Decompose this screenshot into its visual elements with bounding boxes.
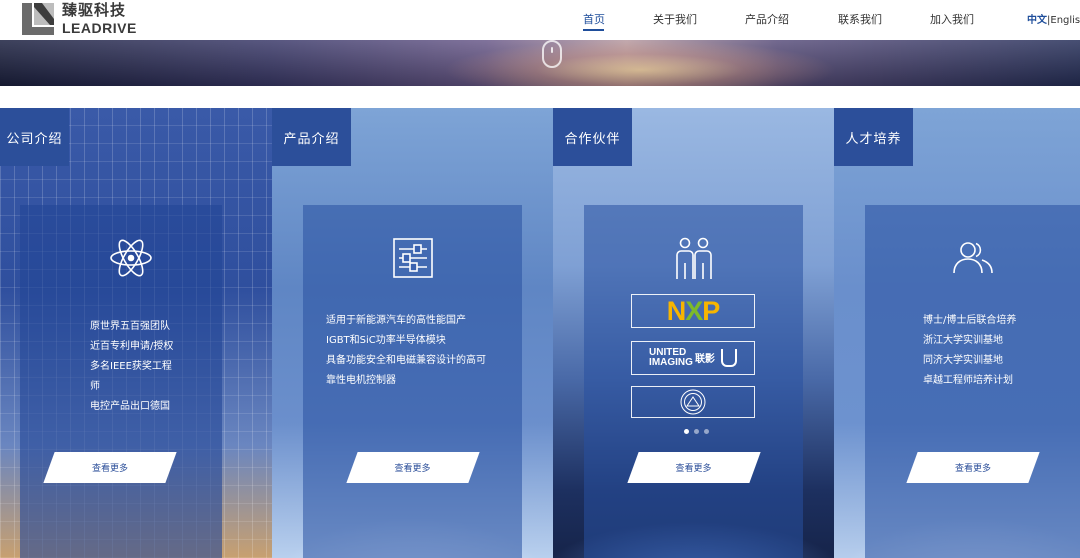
brand-name-en: LEADRIVE: [62, 20, 137, 36]
university-seal-icon: [680, 389, 706, 415]
hero-banner: [0, 40, 1080, 86]
view-more-button[interactable]: 查看更多: [345, 452, 480, 483]
feature-item: 同济大学实训基地: [923, 355, 1003, 366]
lang-chinese[interactable]: 中文: [1027, 15, 1047, 26]
info-card: 博士/博士后联合培养 浙江大学实训基地 同济大学实训基地 卓越工程师培养计划: [865, 205, 1080, 558]
view-more-label: 查看更多: [91, 464, 128, 474]
panel-talent: 人才培养 博士/博士后联合培养 浙江大学实训基地 同济大学实训基地 卓越工程师培…: [834, 108, 1080, 558]
panel-tab-talent[interactable]: 人才培养: [834, 108, 913, 166]
panel-products: 产品介绍 适用于新能源汽车的高性能国产 IGBT和SiC功率半导体模块 具备功能…: [272, 108, 553, 558]
feature-item: IGBT和SiC功率半导体模块: [326, 335, 446, 346]
feature-item: 博士/博士后联合培养: [923, 315, 1017, 326]
panel-tab-company[interactable]: 公司介绍: [0, 108, 69, 166]
partner-logo-nxp[interactable]: NXP: [631, 294, 755, 328]
brand-name-cn: 臻驱科技: [62, 1, 127, 19]
info-card: 适用于新能源汽车的高性能国产 IGBT和SiC功率半导体模块 具备功能安全和电磁…: [303, 205, 522, 558]
feature-item: 卓越工程师培养计划: [923, 375, 1013, 386]
united-imaging-cn: 联影: [694, 354, 715, 365]
feature-list: 适用于新能源汽车的高性能国产 IGBT和SiC功率半导体模块 具备功能安全和电磁…: [326, 311, 486, 391]
partner-logo-united-imaging[interactable]: UNITED IMAGING 联影: [631, 341, 755, 375]
feature-item: 多名IEEE获奖工程: [90, 361, 172, 372]
nav-item-join[interactable]: 加入我们: [930, 11, 974, 27]
nxp-letter-n: N: [666, 295, 686, 326]
nav-item-home[interactable]: 首页: [583, 11, 605, 27]
nxp-letter-x: X: [685, 295, 703, 326]
brand-logo[interactable]: 臻驱科技 LEADRIVE: [20, 1, 137, 37]
leadrive-logo-icon: [22, 3, 54, 35]
carousel-dot[interactable]: [694, 429, 699, 434]
view-more-label: 查看更多: [394, 464, 431, 474]
feature-item: 适用于新能源汽车的高性能国产: [326, 315, 466, 326]
panel-tab-products[interactable]: 产品介绍: [272, 108, 351, 166]
mouse-scroll-icon[interactable]: [542, 40, 562, 68]
carousel-dot[interactable]: [704, 429, 709, 434]
feature-item: 师: [90, 381, 100, 392]
info-card: 原世界五百强团队 近百专利申请/授权 多名IEEE获奖工程 师 电控产品出口德国: [20, 205, 222, 558]
feature-item: 浙江大学实训基地: [923, 335, 1003, 346]
panel-company: 公司介绍 原世界五百强团队 近百专利申请/授权 多名IEEE获奖工程 师 电控产…: [0, 108, 281, 558]
partner-logo-university[interactable]: [631, 386, 755, 418]
nav-active-indicator: [583, 29, 604, 31]
site-header: 臻驱科技 LEADRIVE 首页 关于我们 产品介绍 联系我们 加入我们 中文|…: [0, 0, 1080, 40]
view-more-button[interactable]: 查看更多: [906, 452, 1040, 483]
lang-english[interactable]: English: [1050, 15, 1080, 26]
partners-icon: [675, 237, 712, 279]
feature-item: 电控产品出口德国: [90, 401, 170, 412]
united-imaging-mark-icon: [720, 349, 737, 367]
feature-item: 具备功能安全和电磁兼容设计的高可: [326, 355, 486, 366]
feature-item: 靠性电机控制器: [326, 375, 396, 386]
nxp-letter-p: P: [702, 295, 720, 326]
nav-item-contact[interactable]: 联系我们: [838, 11, 882, 27]
info-card: NXP UNITED IMAGING 联影: [584, 205, 803, 558]
carousel-dot[interactable]: [684, 429, 689, 434]
language-switcher: 中文|English: [1027, 11, 1080, 26]
people-icon: [953, 242, 993, 274]
view-more-button[interactable]: 查看更多: [43, 452, 177, 483]
atom-icon: [110, 239, 152, 277]
sliders-panel-icon: [392, 238, 433, 278]
nav-item-products[interactable]: 产品介绍: [745, 11, 789, 27]
feature-item: 近百专利申请/授权: [90, 341, 174, 352]
feature-list: 博士/博士后联合培养 浙江大学实训基地 同济大学实训基地 卓越工程师培养计划: [923, 311, 1016, 391]
panel-partners: 合作伙伴 NXP UNITED IMAGING 联影 查看更多: [553, 108, 834, 558]
feature-item: 原世界五百强团队: [90, 321, 170, 332]
carousel-indicator: [684, 429, 709, 434]
view-more-button[interactable]: 查看更多: [626, 452, 761, 483]
panel-tab-partners[interactable]: 合作伙伴: [553, 108, 632, 166]
view-more-label: 查看更多: [675, 464, 712, 474]
feature-list: 原世界五百强团队 近百专利申请/授权 多名IEEE获奖工程 师 电控产品出口德国: [90, 317, 190, 417]
united-imaging-line2: IMAGING: [649, 357, 693, 368]
view-more-label: 查看更多: [954, 464, 991, 474]
nav-item-about[interactable]: 关于我们: [653, 11, 697, 27]
